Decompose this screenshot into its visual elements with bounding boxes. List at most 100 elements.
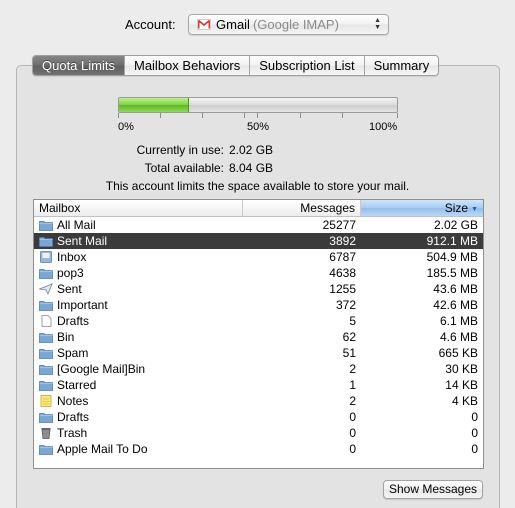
table-header: Mailbox Messages Size ▼ — [34, 200, 483, 217]
table-row[interactable]: [Google Mail]Bin 2 30 KB — [34, 361, 483, 377]
sent-icon — [37, 283, 53, 295]
quota-tick — [342, 113, 343, 118]
cell-messages: 25277 — [322, 218, 356, 232]
column-header-size-label: Size — [444, 201, 469, 215]
scale-label-100: 100% — [369, 121, 398, 133]
tab-bar: Quota Limits Mailbox Behaviors Subscript… — [32, 55, 440, 76]
column-header-messages[interactable]: Messages — [243, 200, 361, 216]
cell-mailbox: Notes — [34, 393, 243, 409]
folder-icon — [39, 347, 53, 359]
quota-tick — [257, 113, 258, 118]
table-row[interactable]: pop3 4638 185.5 MB — [34, 265, 483, 281]
quota-note: This account limits the space available … — [105, 179, 410, 193]
table-row[interactable]: Bin 62 4.6 MB — [34, 329, 483, 345]
cell-size: 43.6 MB — [433, 282, 478, 296]
table-row[interactable]: All Mail 25277 2.02 GB — [34, 217, 483, 233]
cell-messages: 62 — [342, 330, 356, 344]
quota-fill — [119, 98, 189, 112]
column-header-mailbox[interactable]: Mailbox — [34, 200, 243, 216]
in-use-label: Currently in use: — [136, 143, 224, 157]
folder-icon — [39, 267, 53, 279]
cell-mailbox: Spam — [34, 345, 243, 361]
available-value: 8.04 GB — [229, 161, 274, 175]
mailbox-name: All Mail — [57, 218, 96, 232]
cell-messages: 3892 — [329, 234, 356, 248]
cell-mailbox: Sent — [34, 281, 243, 297]
scale-label-50: 50% — [247, 121, 270, 133]
cell-messages: 0 — [349, 442, 356, 456]
cell-messages: 51 — [342, 346, 356, 360]
sort-descending-icon: ▼ — [471, 206, 478, 213]
scale-label-0: 0% — [118, 121, 134, 133]
cell-mailbox: Starred — [34, 377, 243, 393]
cell-mailbox: Inbox — [34, 249, 243, 265]
quota-tick — [118, 113, 119, 118]
folder-icon — [39, 363, 53, 375]
available-label: Total available: — [144, 161, 224, 175]
mailbox-name: Sent Mail — [57, 234, 108, 248]
quota-tick — [300, 113, 301, 118]
usage-in-use: Currently in use: 2.02 GB — [0, 143, 515, 159]
table-row[interactable]: Sent Mail 3892 912.1 MB — [34, 233, 483, 249]
cell-size: 185.5 MB — [426, 266, 478, 280]
table-row[interactable]: Apple Mail To Do 0 0 — [34, 441, 483, 457]
cell-mailbox: Sent Mail — [34, 233, 243, 249]
in-use-value: 2.02 GB — [229, 143, 274, 157]
cell-mailbox: Drafts — [34, 313, 243, 329]
mailbox-name: Drafts — [57, 314, 90, 328]
folder-icon — [39, 443, 53, 455]
tab-quota-limits[interactable]: Quota Limits — [33, 56, 124, 75]
cell-size: 6.1 MB — [439, 314, 478, 328]
table-row[interactable]: Trash 0 0 — [34, 425, 483, 441]
tab-summary[interactable]: Summary — [363, 56, 439, 75]
quota-tick — [202, 113, 203, 118]
table-row[interactable]: Notes 2 4 KB — [34, 393, 483, 409]
mailbox-name: Sent — [57, 282, 82, 296]
column-header-size[interactable]: Size ▼ — [361, 200, 483, 216]
mailbox-name: pop3 — [57, 266, 84, 280]
cell-messages: 6787 — [329, 250, 356, 264]
quota-tick — [160, 113, 161, 118]
folder-icon — [39, 331, 53, 343]
usage-available: Total available: 8.04 GB — [0, 161, 515, 177]
folder-icon — [39, 299, 53, 311]
cell-messages: 0 — [349, 410, 356, 424]
cell-size: 14 KB — [445, 378, 478, 392]
mailbox-name: Starred — [57, 378, 97, 392]
mailbox-name: Important — [57, 298, 108, 312]
gmail-icon — [197, 19, 211, 30]
account-name: Gmail — [216, 17, 250, 32]
table-row[interactable]: Important 372 42.6 MB — [34, 297, 483, 313]
table-row[interactable]: Drafts 0 0 — [34, 409, 483, 425]
cell-mailbox: Trash — [34, 425, 243, 441]
table-row[interactable]: Spam 51 665 KB — [34, 345, 483, 361]
cell-size: 42.6 MB — [433, 298, 478, 312]
table-row[interactable]: Drafts 5 6.1 MB — [34, 313, 483, 329]
table-row[interactable]: Starred 1 14 KB — [34, 377, 483, 393]
table-row[interactable]: Inbox 6787 504.9 MB — [34, 249, 483, 265]
mailbox-name: Apple Mail To Do — [57, 442, 148, 456]
popup-arrows-icon: ▲ ▼ — [374, 17, 381, 31]
cell-messages: 0 — [349, 426, 356, 440]
cell-messages: 1 — [349, 378, 356, 392]
table-body: All Mail 25277 2.02 GB Sent Mail 3892 912.1 M… — [34, 217, 483, 457]
tab-subscription-list[interactable]: Subscription List — [249, 56, 363, 75]
cell-mailbox: Drafts — [34, 409, 243, 425]
show-messages-button[interactable]: Show Messages — [383, 480, 483, 499]
cell-mailbox: Important — [34, 297, 243, 313]
tab-mailbox-behaviors[interactable]: Mailbox Behaviors — [123, 56, 249, 75]
cell-size: 0 — [471, 426, 478, 440]
cell-size: 4.6 MB — [439, 330, 478, 344]
cell-size: 504.9 MB — [426, 250, 478, 264]
mailbox-name: Drafts — [57, 410, 90, 424]
folder-icon — [39, 235, 53, 247]
cell-mailbox: pop3 — [34, 265, 243, 281]
account-popup[interactable]: Gmail (Google IMAP) ▲ ▼ — [188, 14, 389, 35]
quota-bar — [118, 97, 398, 113]
cell-messages: 1255 — [329, 282, 356, 296]
mailbox-name: Trash — [57, 426, 88, 440]
account-label: Account: — [125, 17, 176, 32]
mailbox-table: Mailbox Messages Size ▼ All Mail 25277 2.02… — [33, 199, 484, 469]
table-row[interactable]: Sent 1255 43.6 MB — [34, 281, 483, 297]
quota-tick — [244, 113, 245, 118]
